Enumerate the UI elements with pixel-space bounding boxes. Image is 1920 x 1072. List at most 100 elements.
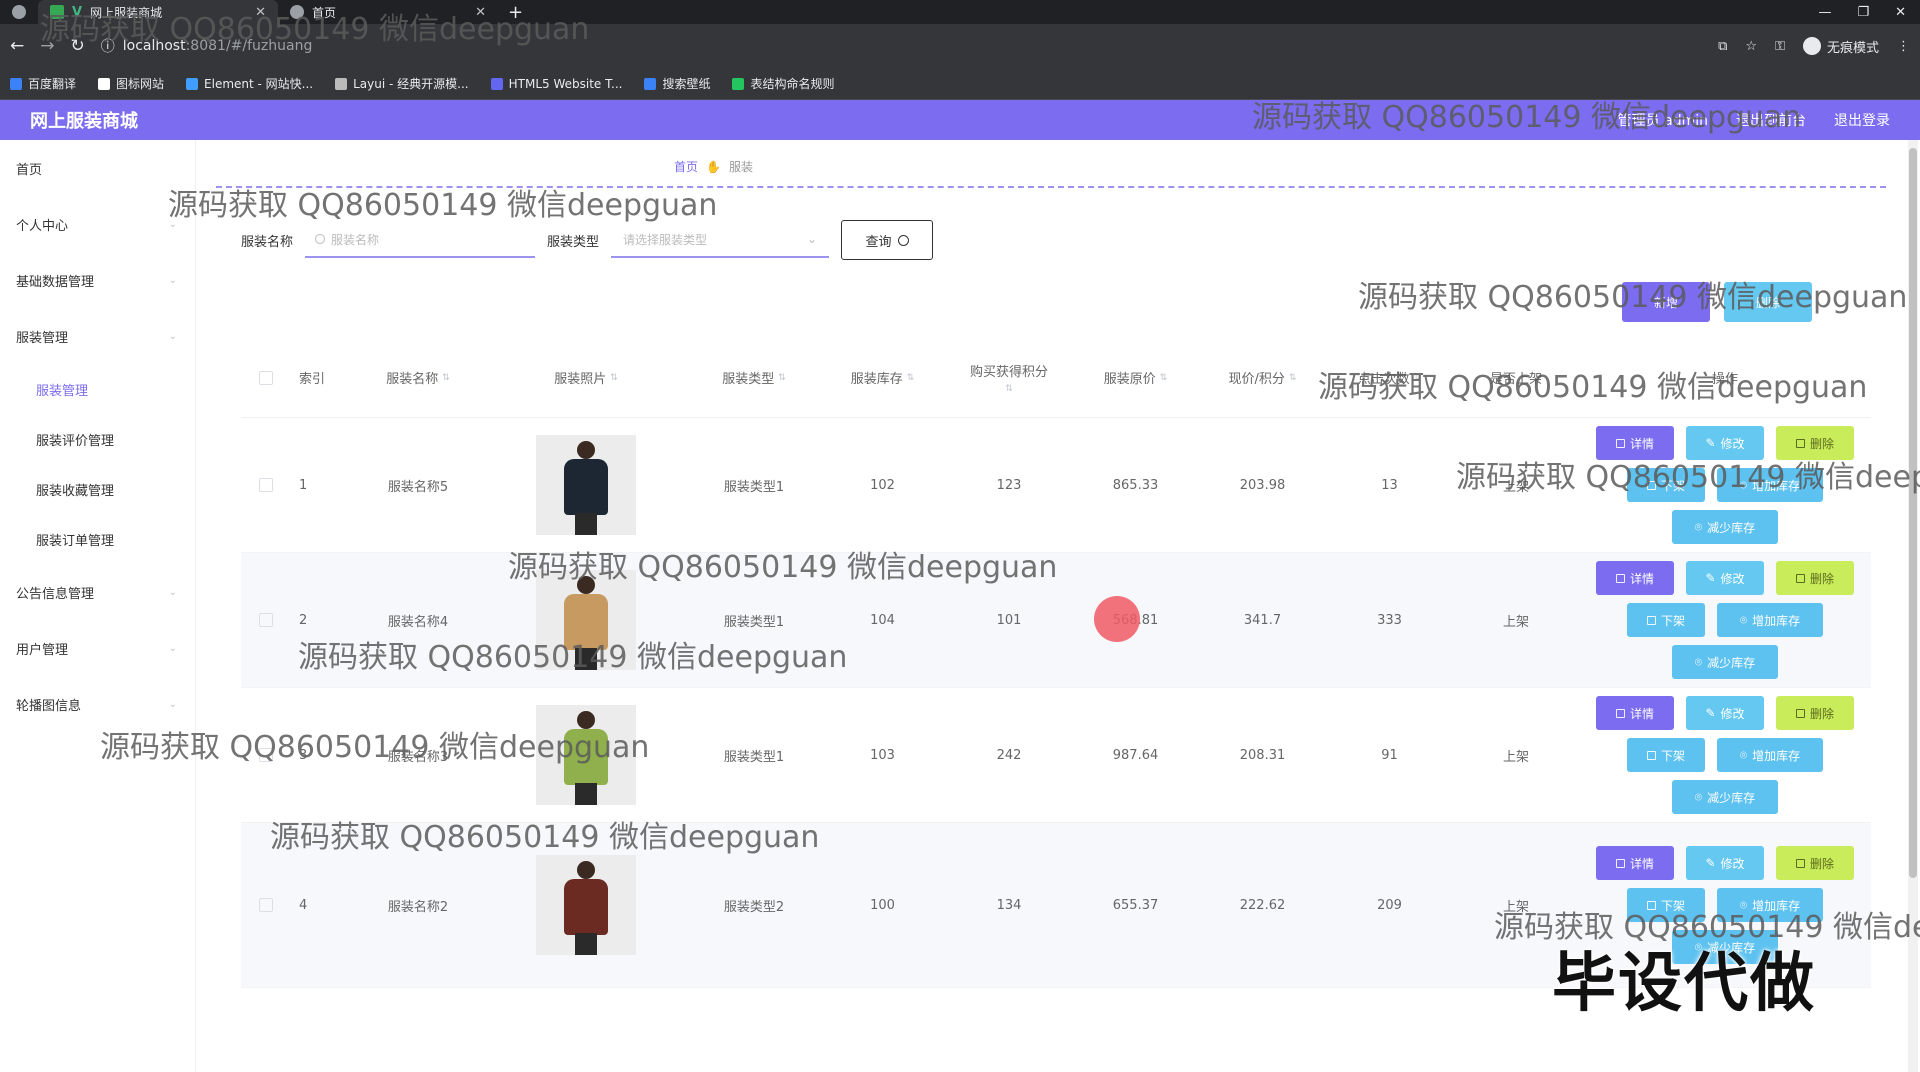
star-icon[interactable]: ☆ bbox=[1745, 39, 1757, 54]
delete-button[interactable]: 删除 bbox=[1776, 426, 1854, 460]
bookmark-item[interactable]: 表结构命名规则 bbox=[732, 75, 834, 92]
edit-button[interactable]: ✎ 修改 bbox=[1686, 846, 1764, 880]
close-tab-icon[interactable]: ✕ bbox=[475, 5, 486, 20]
type-select[interactable]: 请选择服装类型 ⌄ bbox=[611, 222, 830, 258]
add-stock-button[interactable]: ⌾ 增加库存 bbox=[1717, 738, 1823, 772]
minimize-icon[interactable]: — bbox=[1818, 5, 1831, 20]
edit-button[interactable]: ✎ 修改 bbox=[1686, 426, 1764, 460]
off-shelf-button[interactable]: 下架 bbox=[1627, 738, 1705, 772]
col-orig-price[interactable]: 服装原价 ⇅ bbox=[1072, 368, 1199, 387]
sidebar-item[interactable]: 用户管理 ⌄ bbox=[0, 620, 195, 676]
sidebar-item[interactable]: 基础数据管理 ⌄ bbox=[0, 252, 195, 308]
reload-icon[interactable]: ↻ bbox=[71, 36, 85, 56]
sort-icon: ⇅ bbox=[610, 372, 618, 383]
close-window-icon[interactable]: ✕ bbox=[1895, 5, 1906, 20]
delete-button[interactable]: 删除 bbox=[1776, 696, 1854, 730]
bookmark-label: 表结构命名规则 bbox=[750, 77, 835, 91]
detail-button[interactable]: 详情 bbox=[1596, 846, 1674, 880]
reduce-stock-button[interactable]: ⌾ 减少库存 bbox=[1672, 645, 1778, 679]
exit-to-front-link[interactable]: 退出到前台 bbox=[1736, 110, 1806, 130]
cell-orig-price: 865.33 bbox=[1112, 477, 1159, 493]
row-checkbox[interactable] bbox=[241, 748, 291, 762]
detail-button[interactable]: 详情 bbox=[1596, 696, 1674, 730]
col-name[interactable]: 服装名称 ⇅ bbox=[353, 368, 483, 387]
add-stock-button[interactable]: ⌾ 增加库存 bbox=[1717, 603, 1823, 637]
sidebar-subitem[interactable]: 服装订单管理 bbox=[0, 514, 195, 564]
more-menu-icon[interactable]: ⋮ bbox=[1897, 39, 1910, 54]
row-checkbox[interactable] bbox=[241, 898, 291, 912]
doc-icon bbox=[1646, 615, 1656, 625]
sidebar-subitem[interactable]: 服装评价管理 bbox=[0, 414, 195, 464]
clothing-photo[interactable] bbox=[536, 855, 636, 955]
col-points[interactable]: 购买获得积分 ⇅ bbox=[946, 361, 1072, 394]
pin-icon: ⌾ bbox=[1739, 477, 1748, 492]
bookmark-item[interactable]: Layui - 经典开源模... bbox=[335, 75, 469, 92]
name-search-input[interactable]: 服装名称 bbox=[305, 222, 536, 258]
row-checkbox[interactable] bbox=[241, 478, 291, 492]
trash-icon bbox=[1795, 573, 1805, 583]
detail-button[interactable]: 详情 bbox=[1596, 426, 1674, 460]
col-clicks[interactable]: 点击次数 ⇅ bbox=[1326, 368, 1453, 387]
pin-icon: ⌾ bbox=[1694, 654, 1703, 669]
bookmark-item[interactable]: 图标网站 bbox=[98, 75, 164, 92]
add-stock-button[interactable]: ⌾ 增加库存 bbox=[1717, 888, 1823, 922]
url-field[interactable]: ⓘ localhost:8081/#/fuzhuang bbox=[101, 36, 313, 56]
bookmark-item[interactable]: Element - 网站快... bbox=[186, 75, 313, 92]
bookmark-item[interactable]: HTML5 Website T... bbox=[490, 77, 622, 91]
cell-photo bbox=[483, 855, 689, 955]
select-all-checkbox[interactable] bbox=[241, 370, 291, 385]
pin-icon: ⌾ bbox=[1739, 747, 1748, 762]
cell-clicks: 13 bbox=[1381, 477, 1398, 493]
clothing-photo[interactable] bbox=[536, 435, 636, 535]
browser-tab[interactable]: 首页 ✕ bbox=[278, 0, 498, 24]
sidebar-item-label: 个人中心 bbox=[16, 218, 69, 234]
sidebar-item[interactable]: 首页 bbox=[0, 140, 195, 196]
reduce-stock-button[interactable]: ⌾ 减少库存 bbox=[1672, 780, 1778, 814]
delete-button[interactable]: 删除 bbox=[1776, 561, 1854, 595]
bookmark-item[interactable]: 百度翻译 bbox=[10, 75, 76, 92]
sidebar-item[interactable]: 公告信息管理 ⌄ bbox=[0, 564, 195, 620]
forward-icon[interactable]: → bbox=[40, 36, 54, 56]
col-type[interactable]: 服装类型 ⇅ bbox=[689, 368, 819, 387]
delete-button[interactable]: 删除 bbox=[1776, 846, 1854, 880]
browser-menu[interactable] bbox=[0, 0, 38, 24]
sidebar-item[interactable]: 个人中心 ⌄ bbox=[0, 196, 195, 252]
sidebar-item[interactable]: 服装管理 ⌄ bbox=[0, 308, 195, 364]
col-now-price[interactable]: 现价/积分 ⇅ bbox=[1199, 368, 1326, 387]
breadcrumb-home[interactable]: 首页 bbox=[674, 158, 698, 175]
bookmark-item[interactable]: 搜索壁纸 bbox=[644, 75, 710, 92]
col-photo[interactable]: 服装照片 ⇅ bbox=[483, 368, 689, 387]
doc-icon bbox=[1646, 750, 1656, 760]
edit-button[interactable]: ✎ 修改 bbox=[1686, 561, 1764, 595]
page-scrollbar-thumb[interactable] bbox=[1909, 148, 1917, 878]
sidebar-item[interactable]: 轮播图信息 ⌄ bbox=[0, 676, 195, 732]
clothing-photo[interactable] bbox=[536, 570, 636, 670]
detail-button[interactable]: 详情 bbox=[1596, 561, 1674, 595]
sidebar-subitem[interactable]: 服装管理 bbox=[0, 364, 195, 414]
reduce-stock-button[interactable]: ⌾ 减少库存 bbox=[1672, 510, 1778, 544]
sidebar-subitem[interactable]: 服装收藏管理 bbox=[0, 464, 195, 514]
back-icon[interactable]: ← bbox=[10, 36, 24, 56]
off-shelf-button[interactable]: 下架 bbox=[1627, 888, 1705, 922]
restore-icon[interactable]: ❐ bbox=[1857, 5, 1869, 20]
clothing-photo[interactable] bbox=[536, 705, 636, 805]
add-button[interactable]: 新增 bbox=[1622, 282, 1710, 322]
new-tab-button[interactable]: + bbox=[498, 2, 533, 23]
row-checkbox[interactable] bbox=[241, 613, 291, 627]
query-button[interactable]: 查询 bbox=[841, 220, 934, 260]
translate-icon[interactable]: ⧉ bbox=[1718, 39, 1727, 54]
batch-delete-button[interactable]: 删除 bbox=[1724, 282, 1812, 322]
incognito-badge[interactable]: 无痕模式 bbox=[1802, 37, 1879, 56]
logout-link[interactable]: 退出登录 bbox=[1834, 110, 1890, 130]
add-stock-button[interactable]: ⌾ 增加库存 bbox=[1717, 468, 1823, 502]
cell-name: 服装名称5 bbox=[387, 479, 449, 495]
off-shelf-button[interactable]: 下架 bbox=[1627, 603, 1705, 637]
col-stock[interactable]: 服装库存 ⇅ bbox=[819, 368, 946, 387]
edit-button[interactable]: ✎ 修改 bbox=[1686, 696, 1764, 730]
cell-index: 1 bbox=[299, 477, 308, 493]
key-icon[interactable]: ⚿ bbox=[1775, 39, 1785, 54]
browser-tab-active[interactable]: V 网上服装商城 ✕ bbox=[38, 0, 278, 24]
cell-now-price: 208.31 bbox=[1239, 747, 1286, 763]
off-shelf-button[interactable]: 下架 bbox=[1627, 468, 1705, 502]
close-tab-icon[interactable]: ✕ bbox=[255, 5, 266, 20]
